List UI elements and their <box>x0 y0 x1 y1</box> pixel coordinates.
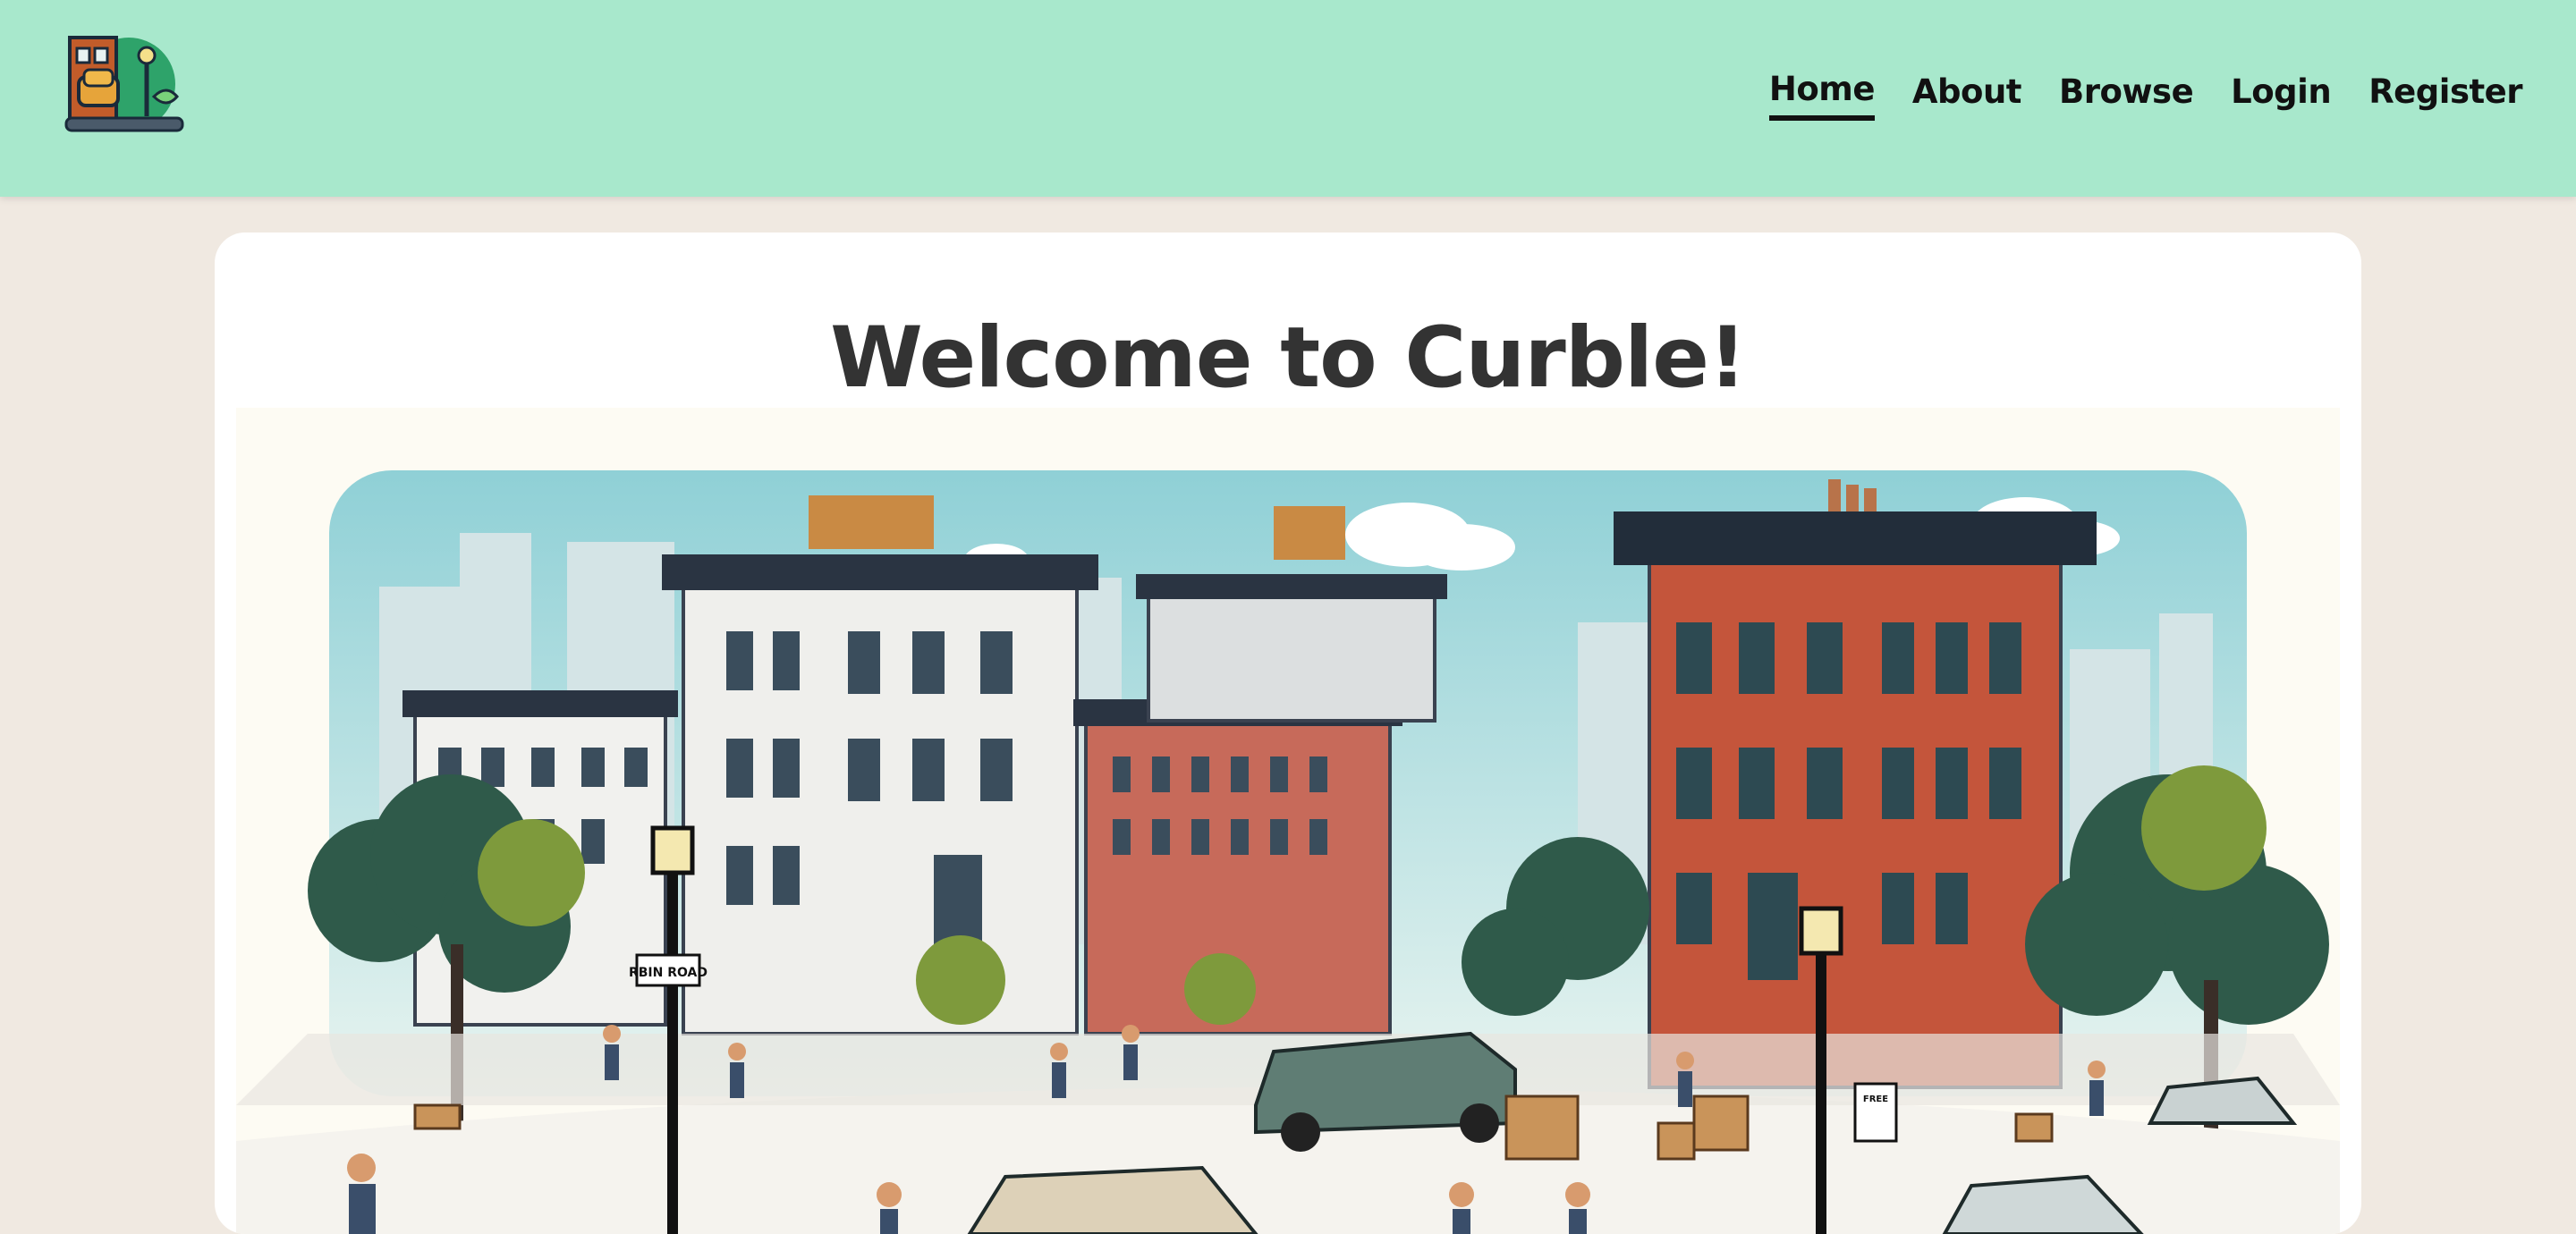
free-sign: FREE <box>1863 1095 1888 1104</box>
nav-home-link[interactable]: Home <box>1768 70 1875 121</box>
street-illustration: RBIN ROAD FREE <box>236 470 2340 1234</box>
nav-login-link[interactable]: Login <box>2231 72 2332 118</box>
site-header: Home About Browse Login Register <box>0 0 2576 197</box>
nav-about-link[interactable]: About <box>1912 72 2022 118</box>
welcome-card: Welcome to Curble! RBIN ROAD FREE <box>215 232 2361 1234</box>
hero-image: RBIN ROAD FREE <box>236 408 2340 1234</box>
street-sign: RBIN ROAD <box>629 966 708 980</box>
nav-register-link[interactable]: Register <box>2368 72 2522 118</box>
nav-browse-link[interactable]: Browse <box>2059 72 2194 118</box>
main-nav: Home About Browse Login Register <box>1768 70 2522 121</box>
curble-logo-icon[interactable] <box>64 34 184 139</box>
page-title: Welcome to Curble! <box>830 309 1747 407</box>
